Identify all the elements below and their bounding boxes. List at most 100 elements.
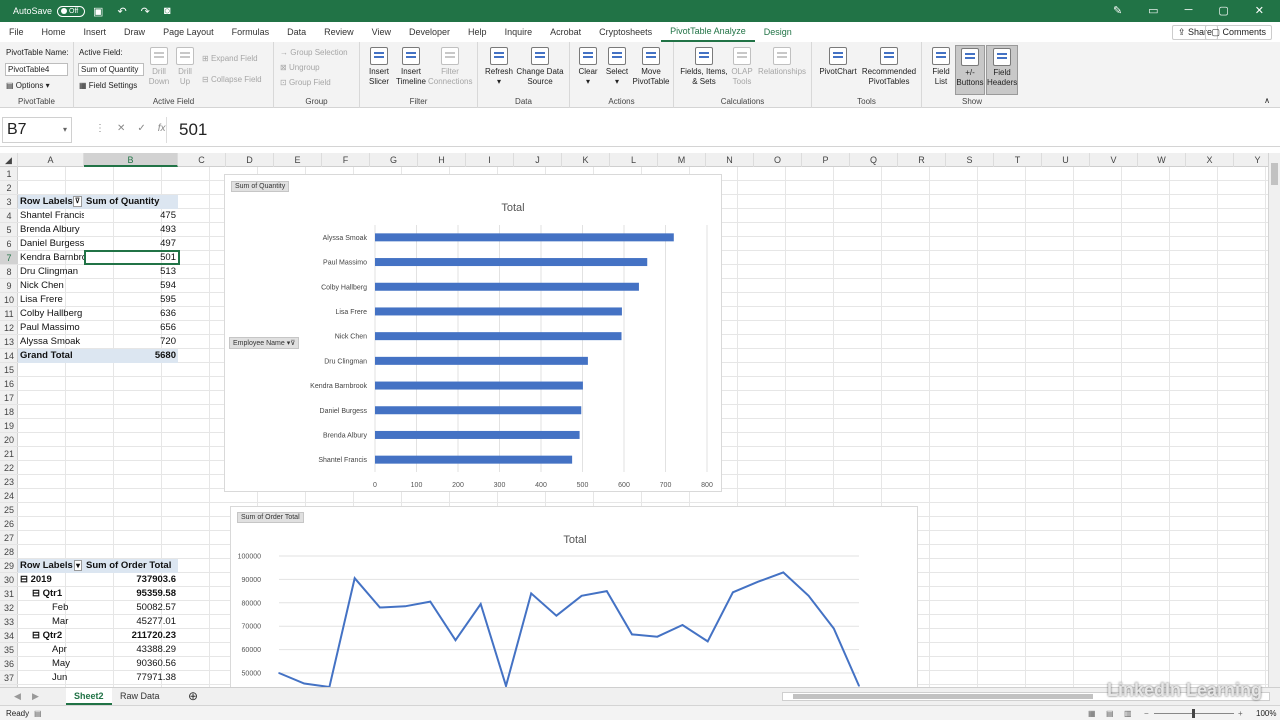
row-header-14[interactable]: 14 bbox=[0, 349, 18, 363]
row-header-12[interactable]: 12 bbox=[0, 321, 18, 335]
row-header-22[interactable]: 22 bbox=[0, 461, 18, 475]
pivot2-row-label[interactable]: May bbox=[18, 657, 84, 671]
pivot-row-label[interactable]: Paul Massimo bbox=[18, 321, 84, 335]
column-header-f[interactable]: F bbox=[322, 153, 370, 167]
zoom-out-icon[interactable]: − bbox=[1144, 706, 1149, 721]
minimize-icon[interactable]: ─ bbox=[1185, 4, 1193, 17]
sheet-tab-raw-data[interactable]: Raw Data bbox=[112, 688, 168, 705]
expand-field-button[interactable]: ⊞ Expand Field bbox=[202, 54, 258, 63]
pivottable-name-input[interactable]: PivotTable4 bbox=[5, 63, 68, 76]
relationships-button[interactable]: Relationships bbox=[756, 47, 808, 77]
pivot2-row-label[interactable]: Feb bbox=[18, 601, 84, 615]
field-headers-button[interactable]: Field Headers bbox=[986, 45, 1018, 95]
pivot-row-label[interactable]: Nick Chen bbox=[18, 279, 84, 293]
pivot2-row-value[interactable]: 45277.01 bbox=[84, 615, 178, 629]
filter-dropdown-icon[interactable]: ⊽ bbox=[72, 196, 82, 207]
row-header-2[interactable]: 2 bbox=[0, 181, 18, 195]
row-header-32[interactable]: 32 bbox=[0, 601, 18, 615]
row-header-25[interactable]: 25 bbox=[0, 503, 18, 517]
column-header-q[interactable]: Q bbox=[850, 153, 898, 167]
row-header-7[interactable]: 7 bbox=[0, 251, 18, 265]
tab-help[interactable]: Help bbox=[459, 22, 496, 42]
collapse-field-button[interactable]: ⊟ Collapse Field bbox=[202, 75, 262, 84]
row-header-31[interactable]: 31 bbox=[0, 587, 18, 601]
row-header-36[interactable]: 36 bbox=[0, 657, 18, 671]
filter-connections-button[interactable]: Filter Connections bbox=[428, 47, 472, 87]
row-header-10[interactable]: 10 bbox=[0, 293, 18, 307]
column-header-x[interactable]: X bbox=[1186, 153, 1234, 167]
column-header-a[interactable]: A bbox=[18, 153, 84, 167]
pivot-row-label[interactable]: Shantel Francis bbox=[18, 209, 84, 223]
zoom-slider-handle[interactable] bbox=[1192, 709, 1195, 718]
insert-timeline-button[interactable]: Insert Timeline bbox=[396, 47, 426, 87]
name-box[interactable]: B7 bbox=[2, 117, 72, 143]
pivot-row-value[interactable]: 497 bbox=[84, 237, 178, 251]
pivot-row-label[interactable]: Daniel Burgess bbox=[18, 237, 84, 251]
vertical-scrollbar[interactable] bbox=[1268, 153, 1280, 687]
column-header-p[interactable]: P bbox=[802, 153, 850, 167]
row-header-30[interactable]: 30 bbox=[0, 573, 18, 587]
pivot2-row-label[interactable]: ⊟ Qtr2 bbox=[18, 629, 84, 643]
tab-design[interactable]: Design bbox=[755, 22, 801, 42]
pivot2-row-value[interactable]: 50082.57 bbox=[84, 601, 178, 615]
pivotchart-button[interactable]: PivotChart bbox=[816, 47, 860, 77]
column-header-g[interactable]: G bbox=[370, 153, 418, 167]
column-header-l[interactable]: L bbox=[610, 153, 658, 167]
column-header-d[interactable]: D bbox=[226, 153, 274, 167]
column-header-t[interactable]: T bbox=[994, 153, 1042, 167]
pivot2-header-row-labels[interactable]: Row Labels ▾ bbox=[18, 559, 84, 573]
tab-view[interactable]: View bbox=[363, 22, 400, 42]
row-header-26[interactable]: 26 bbox=[0, 517, 18, 531]
page-break-view-icon[interactable]: ▥ bbox=[1124, 706, 1132, 721]
zoom-slider[interactable] bbox=[1154, 709, 1234, 718]
macro-icon[interactable]: ▤ bbox=[34, 706, 42, 721]
dropdown-icon[interactable]: ▾ bbox=[73, 560, 82, 571]
cancel-icon[interactable]: ✕ bbox=[117, 123, 125, 134]
fields-items-sets-button[interactable]: Fields, Items, & Sets bbox=[678, 47, 730, 87]
pivot-row-value[interactable]: 475 bbox=[84, 209, 178, 223]
h-scroll-thumb[interactable] bbox=[793, 694, 1093, 699]
formula-input[interactable]: 501 bbox=[166, 117, 1272, 143]
plus-minus-buttons-button[interactable]: +/- Buttons bbox=[955, 45, 985, 95]
row-header-1[interactable]: 1 bbox=[0, 167, 18, 181]
row-header-27[interactable]: 27 bbox=[0, 531, 18, 545]
pivot-row-value[interactable]: 595 bbox=[84, 293, 178, 307]
tab-cryptosheets[interactable]: Cryptosheets bbox=[590, 22, 661, 42]
tab-review[interactable]: Review bbox=[315, 22, 363, 42]
drill-down-button[interactable]: Drill Down bbox=[148, 47, 170, 87]
column-header-h[interactable]: H bbox=[418, 153, 466, 167]
pivot-row-label[interactable]: Kendra Barnbrook bbox=[18, 251, 84, 265]
row-header-5[interactable]: 5 bbox=[0, 223, 18, 237]
group-selection-button[interactable]: → Group Selection bbox=[280, 48, 348, 57]
row-header-35[interactable]: 35 bbox=[0, 643, 18, 657]
column-header-b[interactable]: B bbox=[84, 153, 178, 167]
row-header-8[interactable]: 8 bbox=[0, 265, 18, 279]
pivot-row-value[interactable]: 513 bbox=[84, 265, 178, 279]
pivot-row-value[interactable]: 493 bbox=[84, 223, 178, 237]
column-header-w[interactable]: W bbox=[1138, 153, 1186, 167]
page-layout-view-icon[interactable]: ▤ bbox=[1106, 706, 1114, 721]
fx-insert-icon[interactable]: fx bbox=[158, 123, 166, 134]
pivot2-row-value[interactable]: 95359.58 bbox=[84, 587, 178, 601]
clear-button[interactable]: Clear ▾ bbox=[576, 47, 600, 87]
column-header-k[interactable]: K bbox=[562, 153, 610, 167]
pivot-grand-total-label[interactable]: Grand Total bbox=[18, 349, 84, 363]
row-header-24[interactable]: 24 bbox=[0, 489, 18, 503]
pivot-row-label[interactable]: Colby Hallberg bbox=[18, 307, 84, 321]
next-sheet-icon[interactable]: ▶ bbox=[24, 688, 47, 705]
save-icon[interactable]: ▣ bbox=[93, 5, 103, 18]
tab-page-layout[interactable]: Page Layout bbox=[154, 22, 223, 42]
pivot2-row-label[interactable]: ⊟ Qtr1 bbox=[18, 587, 84, 601]
insert-slicer-button[interactable]: Insert Slicer bbox=[366, 47, 392, 87]
drill-up-button[interactable]: Drill Up bbox=[174, 47, 196, 87]
olap-tools-button[interactable]: OLAP Tools bbox=[730, 47, 754, 87]
row-header-18[interactable]: 18 bbox=[0, 405, 18, 419]
row-header-13[interactable]: 13 bbox=[0, 335, 18, 349]
move-pivottable-button[interactable]: Move PivotTable bbox=[632, 47, 670, 87]
pivot-row-label[interactable]: Brenda Albury bbox=[18, 223, 84, 237]
pivot-row-value[interactable]: 720 bbox=[84, 335, 178, 349]
pivot2-row-label[interactable]: Mar bbox=[18, 615, 84, 629]
column-header-s[interactable]: S bbox=[946, 153, 994, 167]
column-header-v[interactable]: V bbox=[1090, 153, 1138, 167]
row-header-11[interactable]: 11 bbox=[0, 307, 18, 321]
